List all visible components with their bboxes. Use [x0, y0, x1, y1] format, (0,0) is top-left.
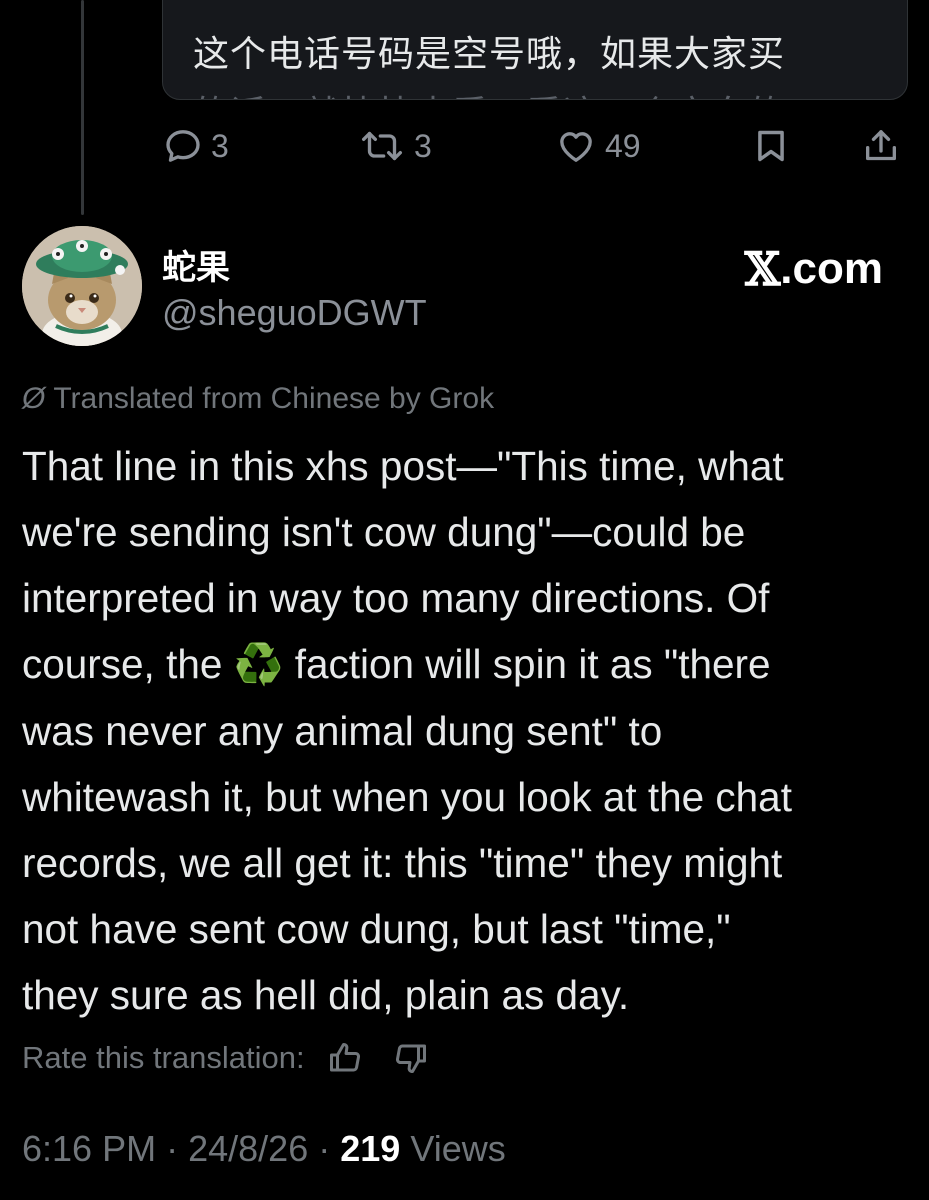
repost-button[interactable]: 3: [358, 124, 432, 168]
share-icon: [866, 130, 896, 161]
translation-notice[interactable]: Ø Translated from Chinese by Grok: [22, 382, 494, 416]
post-line: That line in this xhs post—"This time, w…: [22, 443, 784, 489]
separator-dot: ·: [166, 1128, 179, 1169]
post-line: records, we all get it: this "time" they…: [22, 840, 783, 886]
post-time[interactable]: 6:16 PM: [22, 1128, 156, 1169]
rate-translation-label: Rate this translation:: [22, 1040, 305, 1075]
reply-count: 3: [211, 127, 229, 164]
bookmark-icon: [758, 130, 784, 162]
previous-post-text-faded: 的话，就快快去看一看这一个方向的: [193, 85, 785, 99]
author-handle[interactable]: @sheguoDGWT: [162, 292, 427, 334]
thumbs-up-icon[interactable]: [327, 1040, 363, 1076]
post-line: whitewash it, but when you look at the c…: [22, 774, 792, 820]
views-count: 219: [340, 1128, 401, 1169]
author-avatar[interactable]: [22, 226, 142, 346]
reply-icon: [166, 130, 200, 162]
author-display-name[interactable]: 蛇果: [162, 240, 230, 289]
post-date[interactable]: 24/8/26: [188, 1128, 308, 1169]
views-label: Views: [410, 1128, 506, 1169]
post-line-segment: course, the: [22, 641, 223, 687]
separator-dot: ·: [318, 1128, 331, 1169]
post-line: we're sending isn't cow dung"—could be: [22, 509, 746, 555]
post-line: not have sent cow dung, but last "time,": [22, 906, 731, 952]
like-count: 49: [605, 127, 641, 164]
repost-icon: [362, 131, 403, 161]
recycle-emoji-icon: ♻️: [233, 642, 284, 688]
repost-count: 3: [414, 127, 432, 164]
post-body-text: That line in this xhs post—"This time, w…: [22, 433, 912, 1028]
translation-notice-text: Translated from Chinese by Grok: [53, 382, 495, 415]
post-line-with-emoji: course, the ♻️ faction will spin it as "…: [22, 631, 912, 698]
rate-translation: Rate this translation:: [22, 1040, 429, 1076]
previous-post-text: 这个电话号码是空号哦，如果大家买: [193, 34, 786, 75]
share-button[interactable]: [861, 124, 901, 168]
post-line: interpreted in way too many directions. …: [22, 575, 770, 621]
translate-globe-icon: Ø: [22, 382, 46, 415]
post-line-segment: faction will spin it as "there: [294, 641, 771, 687]
reply-button[interactable]: 3: [163, 124, 229, 168]
thumbs-down-icon[interactable]: [393, 1040, 429, 1076]
thread-connector-line: [81, 0, 84, 215]
like-button[interactable]: 49: [555, 124, 641, 168]
like-icon: [560, 132, 592, 162]
cat-avatar-image: [22, 226, 142, 346]
x-com-watermark: 𝕏 .com: [745, 242, 883, 296]
x-com-suffix: .com: [780, 244, 883, 293]
bookmark-button[interactable]: [752, 124, 790, 168]
previous-post-bubble[interactable]: 这个电话号码是空号哦，如果大家买 的话，就快快去看一看这一个方向的: [162, 0, 908, 100]
post-line: they sure as hell did, plain as day.: [22, 972, 630, 1018]
post-line: was never any animal dung sent" to: [22, 708, 663, 754]
post-timestamp-row: 6:16 PM · 24/8/26 · 219 Views: [22, 1128, 506, 1170]
x-logo-icon: 𝕏: [744, 242, 781, 296]
